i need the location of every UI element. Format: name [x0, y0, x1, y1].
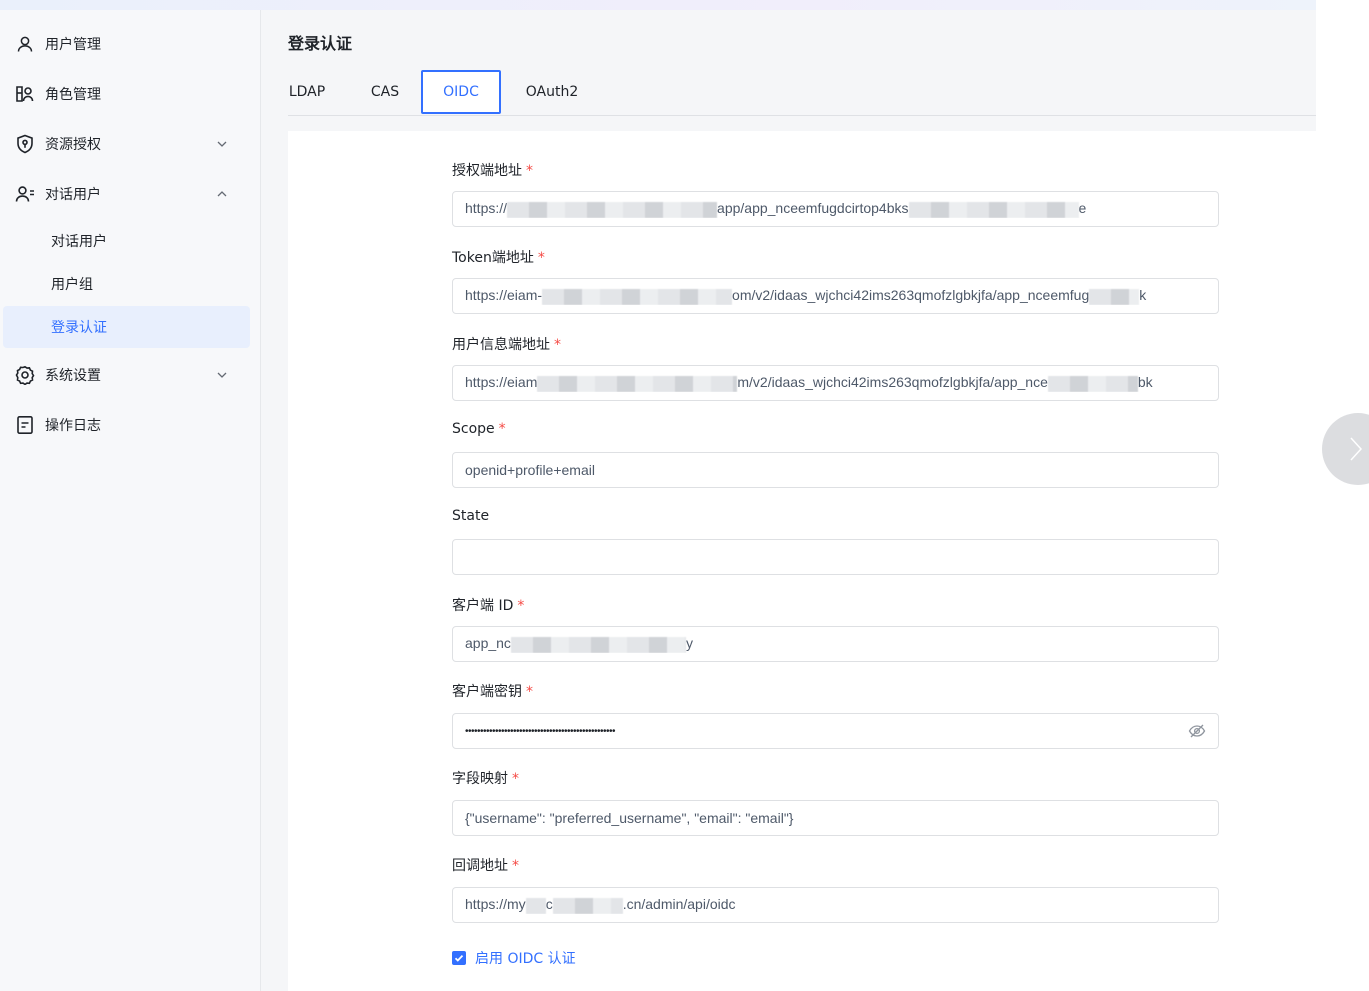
tab-oidc[interactable]: OIDC — [421, 70, 501, 114]
sidebar-subitem-login-auth[interactable]: 登录认证 — [3, 306, 250, 348]
chevron-down-icon[interactable] — [214, 367, 230, 383]
sidebar-item-label: 系统设置 — [45, 368, 101, 384]
client-secret-input[interactable]: ••••••••••••••••••••••••••••••••••••••••… — [452, 713, 1219, 749]
sidebar-item-label: 角色管理 — [45, 87, 101, 103]
chevron-up-icon[interactable] — [214, 186, 230, 202]
sidebar: 用户管理 角色管理 资源授权 对话用户 对话用户 用户组 登录认证 系统设置 操… — [0, 10, 261, 991]
next-button[interactable] — [1322, 413, 1369, 485]
sidebar-item-resource-auth[interactable]: 资源授权 — [0, 124, 260, 164]
user-group-icon — [14, 183, 36, 205]
sidebar-item-label: 用户管理 — [45, 37, 101, 53]
sidebar-item-label: 操作日志 — [45, 418, 101, 434]
user-icon — [14, 33, 36, 55]
chevron-right-icon — [1350, 437, 1363, 461]
client-secret-label: 客户端密钥 * — [452, 684, 533, 700]
sidebar-item-operation-log[interactable]: 操作日志 — [0, 405, 260, 445]
sidebar-item-label: 对话用户 — [45, 187, 101, 203]
sidebar-subitem-label: 用户组 — [51, 277, 93, 293]
enable-oidc-checkbox[interactable]: 启用 OIDC 认证 — [452, 948, 576, 968]
callback-url-input[interactable]: https://my c .cn/admin/api/oidc — [452, 887, 1219, 923]
sidebar-item-system-settings[interactable]: 系统设置 — [0, 355, 260, 395]
tab-oauth2[interactable]: OAuth2 — [524, 70, 580, 114]
client-id-label: 客户端 ID * — [452, 598, 525, 614]
gear-icon — [14, 364, 36, 386]
callback-url-label: 回调地址 * — [452, 858, 519, 874]
tab-cas[interactable]: CAS — [370, 70, 400, 114]
token-url-input[interactable]: https://eiam-om/v2/idaas_wjchci42ims263q… — [452, 278, 1219, 314]
tab-ldap[interactable]: LDAP — [288, 70, 326, 114]
sidebar-item-chat-users[interactable]: 对话用户 — [0, 174, 260, 214]
client-id-input[interactable]: app_nc y — [452, 626, 1219, 662]
sidebar-item-label: 资源授权 — [45, 137, 101, 153]
chevron-down-icon[interactable] — [214, 136, 230, 152]
sidebar-subitem-chat-users[interactable]: 对话用户 — [3, 220, 250, 262]
scope-label: Scope * — [452, 421, 506, 437]
page-title: 登录认证 — [288, 34, 353, 53]
eye-off-icon[interactable] — [1188, 722, 1206, 740]
userinfo-url-label: 用户信息端地址 * — [452, 337, 561, 353]
state-label: State — [452, 508, 490, 524]
sidebar-item-user-management[interactable]: 用户管理 — [0, 24, 260, 64]
sidebar-subitem-label: 登录认证 — [51, 320, 107, 336]
auth-url-label: 授权端地址 * — [452, 163, 533, 179]
auth-tabs: LDAP CAS OIDC OAuth2 — [288, 70, 1316, 116]
token-url-label: Token端地址 * — [452, 250, 545, 266]
top-gradient-bar — [0, 0, 1316, 10]
role-icon — [14, 83, 36, 105]
scope-input[interactable]: openid+profile+email — [452, 452, 1219, 488]
userinfo-url-input[interactable]: https://eiam m/v2/idaas_wjchci42ims263qmo… — [452, 365, 1219, 401]
field-mapping-label: 字段映射 * — [452, 771, 519, 787]
sidebar-item-role-management[interactable]: 角色管理 — [0, 74, 260, 114]
state-input[interactable] — [452, 539, 1219, 575]
log-icon — [14, 414, 36, 436]
shield-icon — [14, 133, 36, 155]
sidebar-subitem-user-group[interactable]: 用户组 — [3, 263, 250, 305]
sidebar-subitem-label: 对话用户 — [51, 234, 107, 250]
enable-oidc-label: 启用 OIDC 认证 — [475, 951, 576, 967]
checkbox-checked-icon[interactable] — [452, 951, 466, 965]
auth-url-input[interactable]: https://app/app_nceemfugdcirtop4bks e — [452, 191, 1219, 227]
field-mapping-input[interactable]: {"username": "preferred_username", "emai… — [452, 800, 1219, 836]
